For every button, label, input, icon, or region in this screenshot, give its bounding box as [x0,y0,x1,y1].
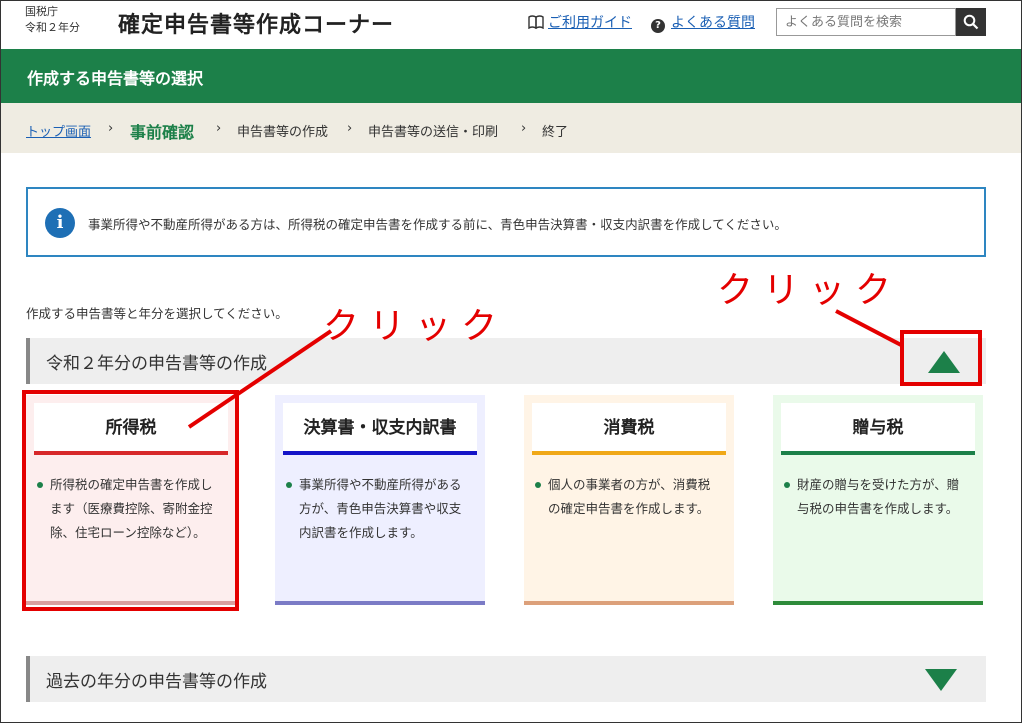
faq-link[interactable]: ? よくある質問 [651,12,755,33]
instruction-text: 作成する申告書等と年分を選択してください。 [26,306,288,321]
annotation-highlight-expand-toggle [900,330,982,386]
search-icon [963,14,979,30]
breadcrumb: トップ画面 › 事前確認 › 申告書等の作成 › 申告書等の送信・印刷 › 終了 [1,103,1021,153]
breadcrumb-separator: › [216,121,222,136]
app-title: 確定申告書等作成コーナー [118,13,395,38]
card-financial-statement[interactable]: 決算書・収支内訳書 事業所得や不動産所得がある方が、青色申告決算書や収支内訳書を… [275,395,485,605]
faq-search-input[interactable] [776,8,956,36]
card-description: 財産の贈与を受けた方が、贈与税の申告書を作成します。 [783,473,971,521]
card-gift-tax[interactable]: 贈与税 財産の贈与を受けた方が、贈与税の申告書を作成します。 [773,395,983,605]
app-header: 国税庁 令和２年分 確定申告書等作成コーナー ご利用ガイド ? よくある質問 [1,1,1021,49]
info-notice: i 事業所得や不動産所得がある方は、所得税の確定申告書を作成する前に、青色申告決… [26,187,986,257]
section-past-years-label: 過去の年分の申告書等の作成 [46,672,267,692]
guide-link-label: ご利用ガイド [548,15,632,31]
breadcrumb-current-step: 事前確認 [130,123,195,142]
card-footer-bar [524,601,734,605]
breadcrumb-separator: › [521,121,527,136]
annotation-highlight-income-tax [22,390,239,611]
breadcrumb-step-create: 申告書等の作成 [237,125,329,140]
card-title: 決算書・収支内訳書 [283,403,477,455]
card-description: 個人の事業者の方が、消費税の確定申告書を作成します。 [534,473,722,521]
breadcrumb-top-link[interactable]: トップ画面 [26,121,91,140]
breadcrumb-step-end: 終了 [542,125,569,140]
card-footer-bar [773,601,983,605]
page-title: 作成する申告書等の選択 [27,69,204,88]
info-icon: i [45,208,75,238]
question-circle-icon: ? [651,19,665,33]
book-icon [528,15,544,29]
faq-link-label: よくある質問 [671,15,755,31]
agency-name: 国税庁 [25,5,58,18]
search-button[interactable] [956,8,986,36]
page-heading-bar: 作成する申告書等の選択 [1,49,1021,103]
notice-text: 事業所得や不動産所得がある方は、所得税の確定申告書を作成する前に、青色申告決算書… [88,217,787,232]
card-title: 贈与税 [781,403,975,455]
card-footer-bar [275,601,485,605]
breadcrumb-separator: › [347,121,353,136]
guide-link[interactable]: ご利用ガイド [528,12,632,32]
triangle-down-icon[interactable] [925,669,957,691]
annotation-click-label: クリック [323,306,508,347]
card-consumption-tax[interactable]: 消費税 個人の事業者の方が、消費税の確定申告書を作成します。 [524,395,734,605]
card-description: 事業所得や不動産所得がある方が、青色申告決算書や収支内訳書を作成します。 [285,473,473,545]
annotation-click-label: クリック [717,270,902,311]
breadcrumb-separator: › [108,121,114,136]
card-title: 消費税 [532,403,726,455]
breadcrumb-step-send-print: 申告書等の送信・印刷 [368,125,499,140]
section-current-year-label: 令和２年分の申告書等の作成 [46,354,267,374]
section-past-years[interactable]: 過去の年分の申告書等の作成 [26,656,986,702]
tax-year: 令和２年分 [25,21,80,34]
agency-label: 国税庁 令和２年分 [25,4,80,36]
